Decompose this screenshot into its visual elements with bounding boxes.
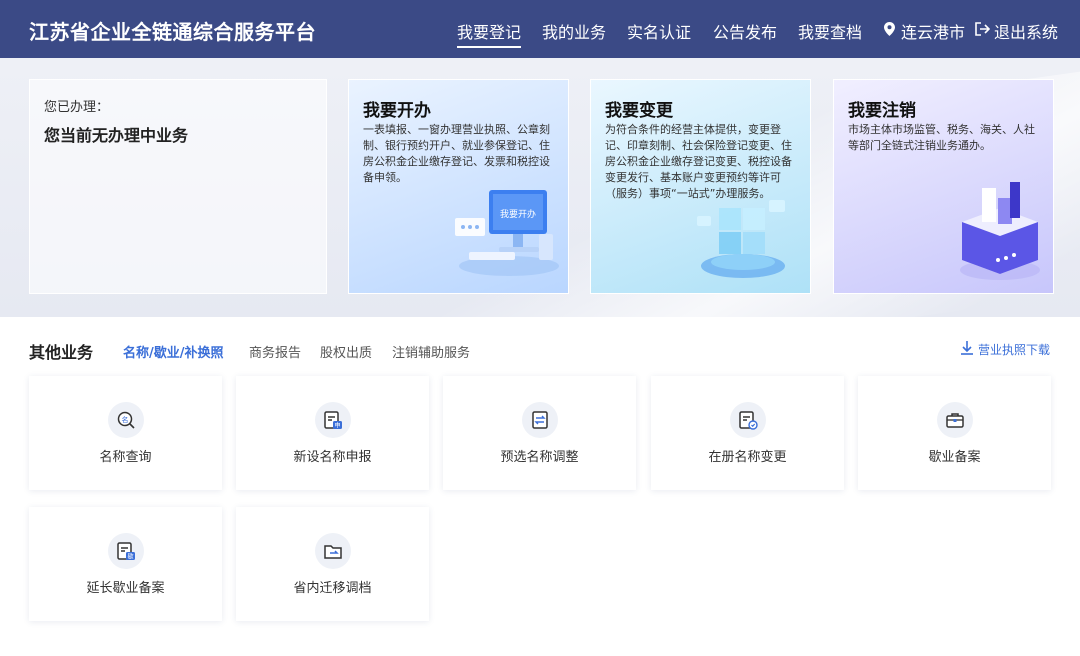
- extend-doc-icon: 歇: [108, 533, 144, 569]
- card-desc-start: 一表填报、一窗办理营业执照、公章刻制、银行预约开户、就业参保登记、住房公积金企业…: [363, 123, 550, 184]
- location-pin-icon: [884, 22, 895, 36]
- card-start-business[interactable]: 我要开办 一表填报、一窗办理营业执照、公章刻制、银行预约开户、就业参保登记、住房…: [348, 79, 569, 294]
- card-cancel-business[interactable]: 我要注销 市场主体市场监管、税务、海关、人社等部门全链式注销业务通办。: [833, 79, 1054, 294]
- box-illustration: [960, 182, 1040, 280]
- top-navbar: 江苏省企业全链通综合服务平台 我要登记 我的业务 实名认证 公告发布 我要查档 …: [0, 0, 1080, 58]
- tab-cancellation-aid[interactable]: 注销辅助服务: [392, 342, 470, 361]
- apply-doc-badge: 申: [334, 422, 340, 430]
- logout-label: 退出系统: [994, 23, 1059, 42]
- card-title-cancel: 我要注销: [848, 101, 916, 121]
- tile-label: 名称查询: [99, 450, 152, 465]
- tile-new-name-apply[interactable]: 申 新设名称申报: [236, 376, 429, 490]
- cubes-illustration: [697, 200, 785, 278]
- card-change-business[interactable]: 我要变更 为符合条件的经营主体提供，变更登记、印章刻制、社会保险登记变更、住房公…: [590, 79, 811, 294]
- app-title: 江苏省企业全链通综合服务平台: [29, 20, 316, 44]
- card-title-change: 我要变更: [605, 101, 673, 121]
- download-label: 营业执照下载: [978, 343, 1051, 357]
- tile-label: 预选名称调整: [500, 450, 579, 465]
- status-label: 您已办理：: [44, 100, 110, 115]
- tile-label: 歇业备案: [928, 450, 981, 465]
- tile-label: 新设名称申报: [293, 450, 372, 465]
- other-business-title: 其他业务: [29, 343, 94, 362]
- nav-archive-query[interactable]: 我要查档: [798, 19, 862, 43]
- nav-my-business[interactable]: 我的业务: [542, 19, 606, 43]
- nav-real-name-auth[interactable]: 实名认证: [627, 19, 691, 43]
- apply-doc-icon: 申: [315, 402, 351, 438]
- tab-equity-pledge[interactable]: 股权出质: [320, 342, 372, 361]
- tile-suspension-filing[interactable]: 歇业备案: [858, 376, 1051, 490]
- status-message: 您当前无办理中业务: [44, 126, 189, 145]
- name-search-badge: 名: [122, 415, 129, 424]
- card-desc-change: 为符合条件的经营主体提供，变更登记、印章刻制、社会保险登记变更、住房公积金企业缴…: [605, 123, 792, 200]
- tile-label: 延长歇业备案: [86, 581, 165, 596]
- briefcase-icon: [937, 402, 973, 438]
- transfer-folder-icon: [315, 533, 351, 569]
- tab-name-suspend-replace[interactable]: 名称/歇业/补换照: [123, 342, 224, 361]
- location-selector[interactable]: 连云港市: [884, 19, 965, 43]
- tile-in-province-transfer[interactable]: 省内迁移调档: [236, 507, 429, 621]
- tile-label: 省内迁移调档: [293, 581, 372, 596]
- tile-registered-name-change[interactable]: 在册名称变更: [651, 376, 844, 490]
- name-search-icon: 名: [108, 402, 144, 438]
- logout-icon: [975, 22, 990, 36]
- nav-register[interactable]: 我要登记: [457, 19, 522, 48]
- tab-business-report[interactable]: 商务报告: [249, 342, 301, 361]
- tile-preselect-name-adjust[interactable]: 预选名称调整: [443, 376, 636, 490]
- tile-extend-suspension-filing[interactable]: 歇 延长歇业备案: [29, 507, 222, 621]
- illus-screen-text: 我要开办: [500, 208, 536, 220]
- card-title-start: 我要开办: [363, 101, 431, 121]
- logout-button[interactable]: 退出系统: [975, 19, 1058, 43]
- business-status-card: 您已办理： 您当前无办理中业务: [29, 79, 327, 294]
- card-desc-cancel: 市场主体市场监管、税务、海关、人社等部门全链式注销业务通办。: [848, 123, 1035, 152]
- download-icon: [961, 341, 973, 355]
- adjust-doc-icon: [522, 402, 558, 438]
- change-doc-icon: [730, 402, 766, 438]
- nav-announcement[interactable]: 公告发布: [713, 19, 777, 43]
- location-label: 连云港市: [901, 23, 966, 42]
- tile-label: 在册名称变更: [708, 450, 787, 465]
- computer-illustration: 我要开办: [455, 190, 559, 276]
- tile-name-search[interactable]: 名 名称查询: [29, 376, 222, 490]
- extend-doc-badge: 歇: [127, 553, 133, 561]
